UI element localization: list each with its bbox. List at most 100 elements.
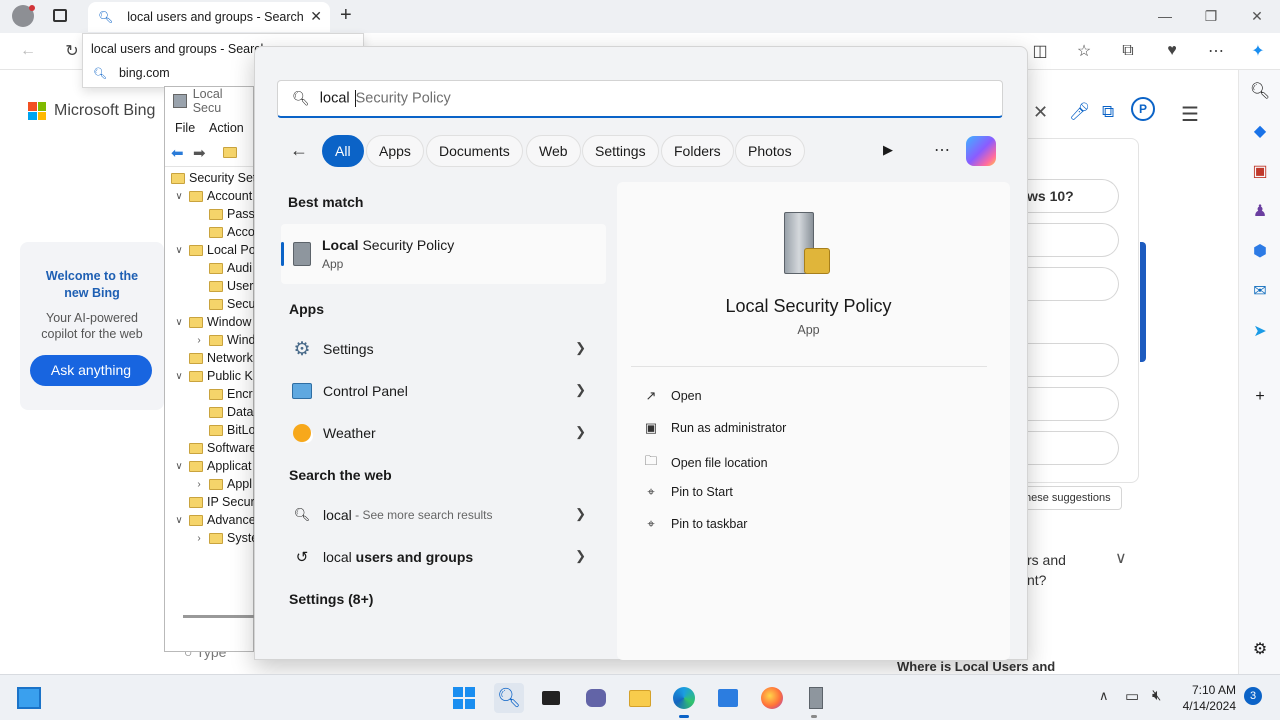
web-result-local[interactable]: 🔍︎ local - See more search results ❯ (281, 496, 606, 534)
show-hidden-icons-chevron[interactable]: ∧ (1099, 688, 1109, 704)
new-tab-button[interactable]: + (340, 4, 352, 27)
chevron-down-icon[interactable]: ∨ (173, 515, 185, 526)
mmc-up-folder-icon[interactable] (223, 147, 237, 158)
mmc-tree-item[interactable]: ∨ Account (173, 189, 252, 203)
suggestion-pill[interactable] (1027, 431, 1119, 465)
faq-bottom-question[interactable]: Where is Local Users and (897, 659, 1055, 674)
security-policy-taskbar-icon[interactable] (801, 683, 831, 713)
back-arrow-icon[interactable]: ← (14, 37, 42, 65)
suggestion-pill[interactable] (1027, 223, 1119, 257)
mmc-tree-item[interactable]: User (193, 279, 253, 293)
mmc-tree-item[interactable]: ∨ Window (173, 315, 251, 329)
close-tab-icon[interactable]: ✕ (310, 8, 322, 25)
mmc-tree-item[interactable]: Audi (193, 261, 252, 275)
file-explorer-icon[interactable] (625, 683, 655, 713)
tab-actions-icon[interactable] (53, 9, 67, 22)
visual-search-icon[interactable]: ⧉ (1102, 102, 1114, 122)
action-run-as-admin[interactable]: ▣ Run as administrator (643, 420, 786, 436)
mmc-tree-item[interactable]: ∨ Public K (173, 369, 253, 383)
sidebar-tools-icon[interactable]: ▣ (1248, 160, 1272, 184)
app-result-weather[interactable]: Weather ❯ (281, 414, 606, 452)
faq-question[interactable]: rs and nt? (1027, 550, 1066, 590)
mmc-back-icon[interactable]: ⬅ (171, 144, 184, 162)
suggestions-link[interactable]: hese suggestions (1025, 486, 1122, 510)
filter-apps[interactable]: Apps (366, 135, 424, 167)
app-result-control-panel[interactable]: Control Panel ❯ (281, 372, 606, 410)
filter-settings[interactable]: Settings (582, 135, 659, 167)
action-open-file-location[interactable]: 🗀︎ Open file location (643, 452, 767, 474)
split-screen-icon[interactable]: ◫ (1026, 37, 1054, 65)
settings-heading[interactable]: Settings (8+) (289, 591, 373, 607)
play-more-filters-icon[interactable]: ▶ (883, 142, 893, 158)
search-input[interactable]: 🔍︎ local Security Policy (277, 80, 1003, 118)
mmc-tree-item[interactable]: IP Secur (173, 495, 255, 509)
chevron-right-icon[interactable]: › (193, 479, 205, 490)
web-result-local-users-groups[interactable]: ↺ local users and groups ❯ (281, 538, 606, 576)
action-open[interactable]: ↗ Open (643, 388, 702, 404)
mmc-tree-item[interactable]: Acco (193, 225, 255, 239)
mmc-tree-item[interactable]: Data (193, 405, 253, 419)
sidebar-outlook-icon[interactable]: ✉ (1248, 280, 1272, 304)
browser-tab[interactable]: 🔍︎ local users and groups - Search ✕ (88, 2, 330, 32)
notification-badge[interactable]: 3 (1244, 687, 1262, 705)
teams-chat-icon[interactable] (581, 683, 611, 713)
mmc-menu-action[interactable]: Action (209, 121, 244, 135)
chevron-down-icon[interactable]: ∨ (173, 317, 185, 328)
maximize-button[interactable]: ❐ (1188, 4, 1234, 28)
chevron-right-icon[interactable]: › (193, 335, 205, 346)
close-window-button[interactable]: ✕ (1234, 4, 1280, 28)
bing-logo[interactable]: Microsoft Bing (28, 102, 155, 120)
sidebar-add-icon[interactable]: + (1248, 385, 1272, 409)
mmc-tree-item[interactable]: ∨ Local Po (173, 243, 255, 257)
chevron-down-icon[interactable]: ∨ (173, 191, 185, 202)
suggestion-pill[interactable]: ws 10? (1027, 179, 1119, 213)
mmc-tree-item[interactable]: › Syste (193, 531, 258, 545)
task-view-icon[interactable] (536, 683, 566, 713)
mmc-tree-item[interactable]: Software (173, 441, 256, 455)
mmc-tree-item[interactable]: ∨ Advance (173, 513, 255, 527)
copilot-icon[interactable] (966, 136, 996, 166)
widgets-icon[interactable] (14, 683, 44, 713)
sidebar-games-icon[interactable]: ♟ (1248, 200, 1272, 224)
faq-expand-icon[interactable]: ∨ (1115, 548, 1127, 568)
filter-web[interactable]: Web (526, 135, 581, 167)
mmc-tree-item[interactable]: Security Set (171, 171, 256, 185)
mmc-menu-file[interactable]: File (175, 121, 195, 135)
more-menu-icon[interactable]: ⋯ (1202, 37, 1230, 65)
suggestion-pill[interactable] (1027, 267, 1119, 301)
mmc-forward-icon[interactable]: ➡ (193, 144, 206, 162)
suggestion-pill[interactable] (1027, 387, 1119, 421)
filter-folders[interactable]: Folders (661, 135, 734, 167)
mmc-tree-item[interactable]: Secu (193, 297, 256, 311)
chevron-down-icon[interactable]: ∨ (173, 461, 185, 472)
address-suggestion[interactable]: local users and groups - Search (91, 42, 267, 56)
favorites-star-icon[interactable]: ☆ (1070, 37, 1098, 65)
minimize-button[interactable]: — (1142, 4, 1188, 28)
edge-browser-icon[interactable] (669, 683, 699, 713)
suggestion-pill[interactable] (1027, 343, 1119, 377)
filter-documents[interactable]: Documents (426, 135, 523, 167)
mmc-tree-item[interactable]: Network (173, 351, 253, 365)
chevron-down-icon[interactable]: ∨ (173, 245, 185, 256)
sidebar-search-icon[interactable]: 🔍︎ (1248, 80, 1272, 104)
store-icon[interactable] (713, 683, 743, 713)
microphone-icon[interactable]: 🎤︎ (1069, 102, 1091, 122)
mmc-tree-item[interactable]: › Wind (193, 333, 255, 347)
performance-icon[interactable]: ♥ (1158, 37, 1186, 65)
collections-icon[interactable]: ⧉ (1114, 37, 1142, 65)
chevron-down-icon[interactable]: ∨ (173, 371, 185, 382)
volume-muted-icon[interactable]: 🔇︎ (1152, 687, 1161, 704)
start-button[interactable] (449, 683, 479, 713)
bing-avatar[interactable]: P (1131, 97, 1155, 121)
app-result-settings[interactable]: ⚙ Settings ❯ (281, 330, 606, 368)
mmc-scrollbar[interactable] (183, 615, 255, 618)
sidebar-shopping-icon[interactable]: ◆ (1248, 120, 1272, 144)
ask-anything-button[interactable]: Ask anything (30, 355, 152, 386)
system-clock[interactable]: 7:10 AM 4/14/2024 (1183, 682, 1236, 714)
chevron-right-icon[interactable]: › (193, 533, 205, 544)
filter-photos[interactable]: Photos (735, 135, 805, 167)
sidebar-office-icon[interactable]: ⬢ (1248, 240, 1272, 264)
address-site[interactable]: bing.com (119, 66, 170, 80)
mmc-tree-item[interactable]: › Appl (193, 477, 252, 491)
sidebar-settings-icon[interactable]: ⚙ (1248, 638, 1272, 662)
